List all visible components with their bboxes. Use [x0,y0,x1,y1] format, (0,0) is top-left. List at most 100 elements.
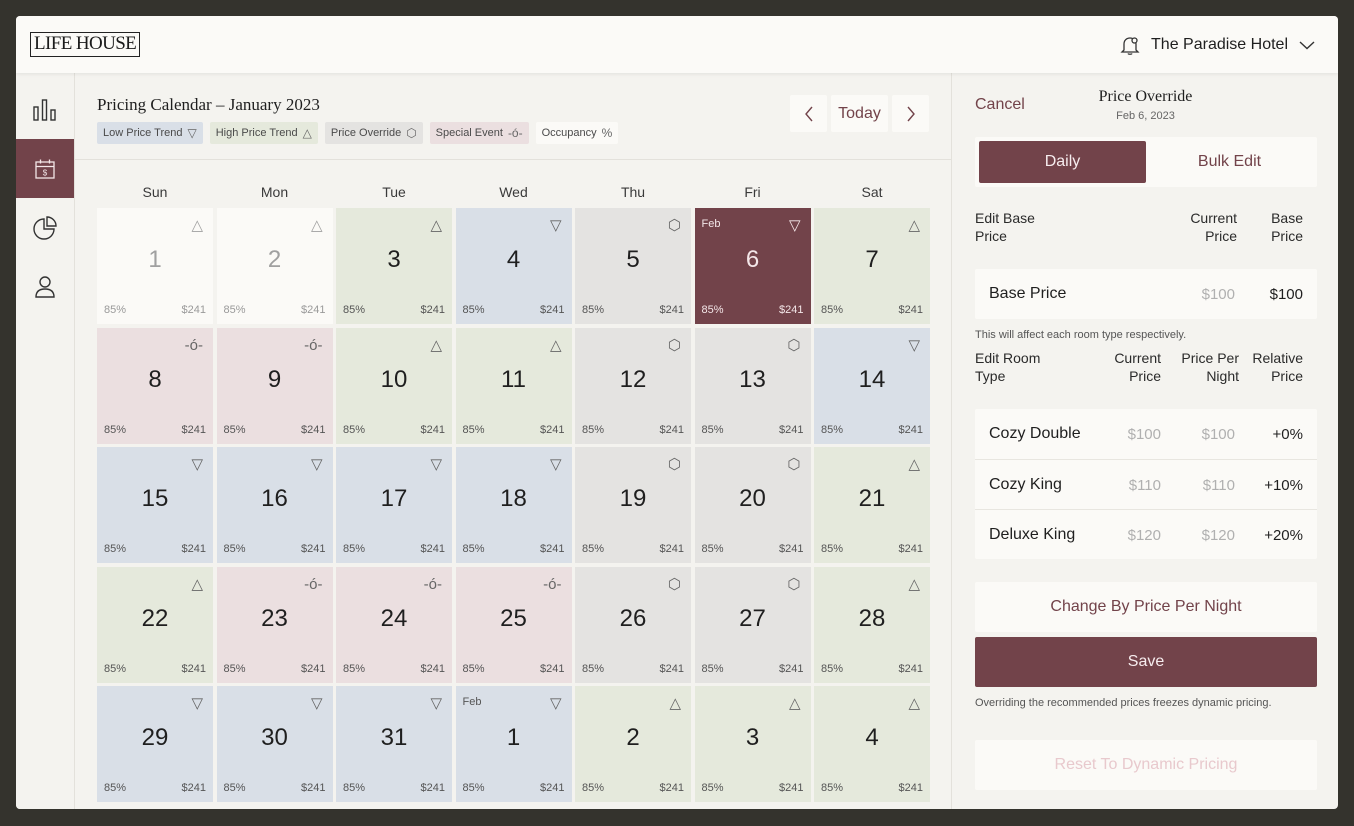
day-price: $241 [301,543,326,555]
calendar-day-cell[interactable]: -ó- 9 85% $241 [216,327,333,444]
calendar-day-cell[interactable]: △ 1 85% $241 [97,208,213,324]
calendar-day-cell[interactable]: ⬡ 13 85% $241 [694,327,811,444]
day-price: $241 [301,662,326,675]
day-price: $241 [779,304,804,316]
day-number: 28 [858,604,886,632]
calendar-day-cell[interactable]: ⬡ 19 85% $241 [575,447,691,563]
legend-occupancy[interactable]: Occupancy% [535,122,619,144]
tab-bulk-edit[interactable]: Bulk Edit [1146,141,1313,183]
calendar-day-cell[interactable]: ▽ 31 85% $241 [336,686,452,802]
calendar-day-cell[interactable]: ▽ 14 85% $241 [814,327,930,444]
sidebar-item-analytics[interactable] [16,80,74,139]
next-month-button[interactable] [892,95,929,132]
day-number: 1 [506,724,521,751]
calendar-day-cell[interactable]: -ó- 23 85% $241 [216,566,333,683]
calendar-day-cell[interactable]: ▽ 17 85% $241 [336,447,452,563]
base-col-header-base: Base Price [1271,210,1303,244]
calendar-day-cell[interactable]: ▽ 18 85% $241 [455,447,572,563]
bell-icon[interactable] [1119,34,1141,56]
calendar-day-cell[interactable]: △ 21 85% $241 [814,447,930,563]
calendar-day-cell[interactable]: -ó- 25 85% $241 [455,566,572,683]
triangle-up-icon: △ [908,575,920,593]
calendar-day-cell[interactable]: △ 2 85% $241 [216,208,333,324]
base-price-value[interactable]: $100 [1270,286,1303,303]
sparkle-icon: -ó- [184,336,203,354]
day-price: $241 [898,662,923,675]
occupancy: 85% [343,423,366,436]
save-button[interactable]: Save [975,637,1317,687]
room-price-per-night[interactable]: $100 [1202,426,1235,443]
calendar-day-cell[interactable]: Feb ▽ 1 85% $241 [455,686,572,802]
today-button[interactable]: Today [831,95,888,132]
legend-high-price-trend[interactable]: High Price Trend △ [209,122,318,144]
calendar-day-cell[interactable]: ⬡ 26 85% $241 [575,566,691,683]
brand-logo[interactable]: LIFE HOUSE [30,32,141,57]
table-row[interactable]: Cozy King $110 $110 +10% [975,459,1317,509]
triangle-down-icon: ▽ [187,126,197,140]
day-price: $241 [540,543,565,555]
legend-special-event[interactable]: Special Event -ó- [429,122,529,144]
triangle-up-icon: △ [430,336,442,354]
calendar-day-cell[interactable]: ⬡ 27 85% $241 [694,566,811,683]
base-price-row[interactable]: Base Price $100 $100 [975,269,1317,319]
calendar-day-cell[interactable]: △ 3 85% $241 [336,208,452,324]
calendar-day-cell[interactable]: △ 4 85% $241 [814,686,930,802]
sidebar-item-pricing-calendar[interactable]: $ [16,139,74,198]
tab-daily[interactable]: Daily [979,141,1146,183]
day-number: 21 [858,485,886,512]
sidebar-item-profile[interactable] [16,257,74,316]
pie-chart-icon [33,215,57,240]
calendar-day-cell[interactable]: △ 28 85% $241 [814,566,930,683]
calendar-day-cell[interactable]: ▽ 16 85% $241 [216,447,333,563]
reset-to-dynamic-pricing-button[interactable]: Reset To Dynamic Pricing [975,740,1317,790]
day-price: $241 [540,662,565,675]
hotel-selector[interactable]: The Paradise Hotel [1119,34,1316,56]
legend-price-override[interactable]: Price Override ⬡ [324,122,423,144]
sidebar-item-reports[interactable] [16,198,74,257]
day-price: $241 [540,304,565,316]
calendar-day-cell[interactable]: △ 22 85% $241 [97,566,213,683]
day-number: 7 [865,246,879,273]
calendar-day-cell[interactable]: ⬡ 12 85% $241 [575,327,691,444]
calendar-day-cell[interactable]: ▽ 15 85% $241 [97,447,213,563]
chevron-down-icon[interactable] [1298,39,1316,51]
calendar-day-cell[interactable]: ⬡ 20 85% $241 [694,447,811,563]
legend-low-price-trend[interactable]: Low Price Trend ▽ [97,122,203,144]
table-row[interactable]: Cozy Double $100 $100 +0% [975,409,1317,459]
day-number: 4 [865,724,879,751]
day-price: $241 [420,543,445,555]
calendar-day-cell[interactable]: △ 3 85% $241 [694,686,811,802]
calendar-day-cell[interactable]: ▽ 29 85% $241 [97,686,213,802]
triangle-up-icon: △ [191,575,203,593]
table-row[interactable]: Deluxe King $120 $120 +20% [975,509,1317,559]
calendar-day-cell[interactable]: △ 11 85% $241 [455,327,572,444]
day-number: 2 [626,724,640,751]
calendar-day-cell[interactable]: ▽ 4 85% $241 [455,208,572,324]
day-number: 9 [267,365,282,393]
calendar-day-cell[interactable]: -ó- 24 85% $241 [336,566,452,683]
change-by-price-per-night-button[interactable]: Change By Price Per Night [975,582,1317,632]
day-number: 5 [626,246,640,273]
room-price-per-night[interactable]: $120 [1202,527,1235,544]
prev-month-button[interactable] [790,95,827,132]
day-price: $241 [181,423,206,436]
calendar-day-cell[interactable]: △ 7 85% $241 [814,208,930,324]
occupancy: 85% [343,662,366,675]
calendar-day-cell[interactable]: -ó- 8 85% $241 [97,327,213,444]
user-icon [35,275,55,298]
weekday-label: Tue [382,184,406,200]
calendar-day-cell[interactable]: Feb ▽ 6 85% $241 [694,208,811,324]
day-number: 20 [739,485,766,512]
day-number: 31 [380,724,408,751]
sparkle-icon: -ó- [304,575,323,593]
triangle-up-icon: △ [310,217,323,234]
mode-toggle: Daily Bulk Edit [975,137,1317,187]
calendar-day-cell[interactable]: ▽ 30 85% $241 [216,686,333,802]
month-navigation: Today [790,95,929,132]
calendar-day-cell[interactable]: ⬡ 5 85% $241 [575,208,691,324]
weekday-label: Thu [620,184,646,200]
room-price-per-night[interactable]: $110 [1203,477,1235,494]
calendar-day-cell[interactable]: △ 2 85% $241 [575,686,691,802]
triangle-down-icon: ▽ [191,456,203,473]
calendar-day-cell[interactable]: △ 10 85% $241 [336,327,452,444]
